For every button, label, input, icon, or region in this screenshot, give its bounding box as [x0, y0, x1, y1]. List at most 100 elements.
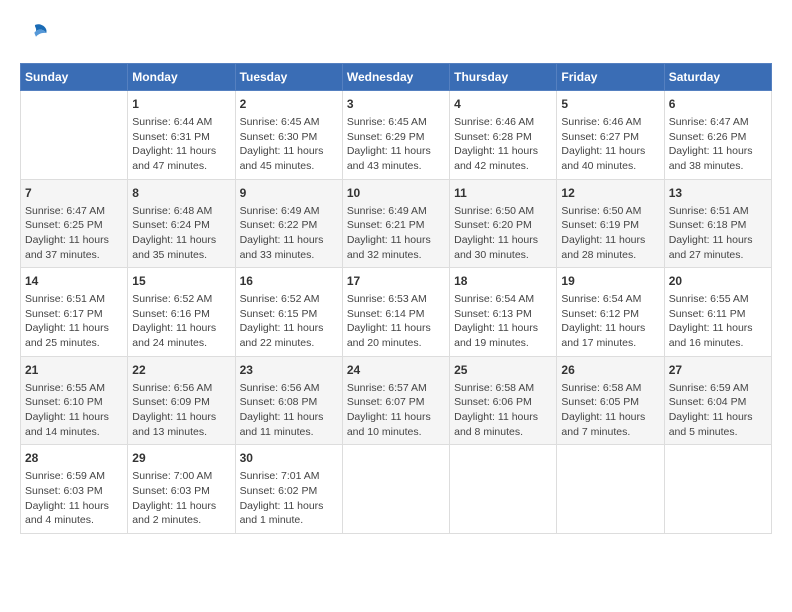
day-number: 12 [561, 185, 659, 202]
calendar-cell: 17Sunrise: 6:53 AMSunset: 6:14 PMDayligh… [342, 268, 449, 357]
day-info-text: and 30 minutes. [454, 248, 552, 263]
day-info-text: Daylight: 11 hours [669, 410, 767, 425]
page-header [20, 20, 772, 53]
day-info-text: Daylight: 11 hours [25, 233, 123, 248]
day-number: 24 [347, 362, 445, 379]
day-info-text: Sunset: 6:13 PM [454, 307, 552, 322]
day-info-text: Daylight: 11 hours [669, 233, 767, 248]
weekday-header-tuesday: Tuesday [235, 64, 342, 91]
day-info-text: Sunrise: 6:47 AM [25, 204, 123, 219]
calendar-cell: 26Sunrise: 6:58 AMSunset: 6:05 PMDayligh… [557, 356, 664, 445]
day-info-text: Sunrise: 6:54 AM [454, 292, 552, 307]
calendar-cell: 8Sunrise: 6:48 AMSunset: 6:24 PMDaylight… [128, 179, 235, 268]
day-info-text: Sunrise: 6:44 AM [132, 115, 230, 130]
day-info-text: Sunset: 6:27 PM [561, 130, 659, 145]
day-info-text: Sunset: 6:30 PM [240, 130, 338, 145]
day-info-text: Sunset: 6:09 PM [132, 395, 230, 410]
weekday-header-sunday: Sunday [21, 64, 128, 91]
day-number: 30 [240, 450, 338, 467]
calendar-cell: 1Sunrise: 6:44 AMSunset: 6:31 PMDaylight… [128, 91, 235, 180]
day-info-text: Sunrise: 6:45 AM [347, 115, 445, 130]
day-info-text: Sunset: 6:28 PM [454, 130, 552, 145]
day-info-text: Sunrise: 6:53 AM [347, 292, 445, 307]
day-info-text: Sunrise: 7:00 AM [132, 469, 230, 484]
day-info-text: Sunrise: 6:58 AM [454, 381, 552, 396]
day-number: 13 [669, 185, 767, 202]
day-number: 2 [240, 96, 338, 113]
day-info-text: Daylight: 11 hours [25, 321, 123, 336]
day-info-text: Sunrise: 6:57 AM [347, 381, 445, 396]
day-info-text: Daylight: 11 hours [347, 321, 445, 336]
day-info-text: Daylight: 11 hours [561, 233, 659, 248]
day-info-text: Sunrise: 6:46 AM [454, 115, 552, 130]
calendar-cell: 4 Sunrise: 6:46 AMSunset: 6:28 PMDaylight… [450, 91, 557, 180]
day-info-text: and 40 minutes. [561, 159, 659, 174]
day-info-text: Sunrise: 6:55 AM [669, 292, 767, 307]
day-info-text: Sunrise: 6:51 AM [25, 292, 123, 307]
calendar-cell: 23Sunrise: 6:56 AMSunset: 6:08 PMDayligh… [235, 356, 342, 445]
day-number: 21 [25, 362, 123, 379]
calendar-cell: 7Sunrise: 6:47 AMSunset: 6:25 PMDaylight… [21, 179, 128, 268]
calendar-body: 1Sunrise: 6:44 AMSunset: 6:31 PMDaylight… [21, 91, 772, 534]
day-info-text: Sunrise: 6:49 AM [240, 204, 338, 219]
day-info-text: Sunrise: 6:59 AM [669, 381, 767, 396]
day-info-text: Daylight: 11 hours [454, 321, 552, 336]
day-info-text: Sunset: 6:16 PM [132, 307, 230, 322]
day-info-text: Daylight: 11 hours [25, 410, 123, 425]
day-info-text: Sunset: 6:20 PM [454, 218, 552, 233]
day-info-text: Sunrise: 6:50 AM [561, 204, 659, 219]
day-info-text: and 19 minutes. [454, 336, 552, 351]
day-info-text: and 38 minutes. [669, 159, 767, 174]
calendar-cell: 25Sunrise: 6:58 AMSunset: 6:06 PMDayligh… [450, 356, 557, 445]
day-info-text: Sunrise: 6:52 AM [132, 292, 230, 307]
day-number: 19 [561, 273, 659, 290]
day-info-text: Sunset: 6:10 PM [25, 395, 123, 410]
day-info-text: and 16 minutes. [669, 336, 767, 351]
day-info-text: Sunset: 6:04 PM [669, 395, 767, 410]
day-info-text: Daylight: 11 hours [454, 233, 552, 248]
calendar-cell: 16Sunrise: 6:52 AMSunset: 6:15 PMDayligh… [235, 268, 342, 357]
day-number: 22 [132, 362, 230, 379]
calendar-cell [450, 445, 557, 534]
day-info-text: Daylight: 11 hours [561, 321, 659, 336]
day-info-text: Sunset: 6:03 PM [132, 484, 230, 499]
calendar-cell [664, 445, 771, 534]
calendar-cell: 27Sunrise: 6:59 AMSunset: 6:04 PMDayligh… [664, 356, 771, 445]
day-info-text: Sunrise: 6:52 AM [240, 292, 338, 307]
day-info-text: and 47 minutes. [132, 159, 230, 174]
day-info-text: and 22 minutes. [240, 336, 338, 351]
day-info-text: Sunrise: 6:56 AM [132, 381, 230, 396]
day-info-text: Sunrise: 6:49 AM [347, 204, 445, 219]
day-number: 20 [669, 273, 767, 290]
calendar-cell: 14Sunrise: 6:51 AMSunset: 6:17 PMDayligh… [21, 268, 128, 357]
calendar-week-row: 28Sunrise: 6:59 AMSunset: 6:03 PMDayligh… [21, 445, 772, 534]
weekday-header-monday: Monday [128, 64, 235, 91]
day-number: 6 [669, 96, 767, 113]
day-info-text: and 8 minutes. [454, 425, 552, 440]
day-info-text: Sunset: 6:22 PM [240, 218, 338, 233]
day-number: 1 [132, 96, 230, 113]
day-info-text: Daylight: 11 hours [454, 144, 552, 159]
day-number: 10 [347, 185, 445, 202]
day-number: 4 [454, 96, 552, 113]
day-info-text: and 17 minutes. [561, 336, 659, 351]
calendar-cell: 20Sunrise: 6:55 AMSunset: 6:11 PMDayligh… [664, 268, 771, 357]
day-info-text: Sunset: 6:03 PM [25, 484, 123, 499]
day-info-text: Daylight: 11 hours [669, 321, 767, 336]
day-number: 23 [240, 362, 338, 379]
day-number: 28 [25, 450, 123, 467]
calendar-cell: 30Sunrise: 7:01 AMSunset: 6:02 PMDayligh… [235, 445, 342, 534]
day-info-text: Sunset: 6:17 PM [25, 307, 123, 322]
day-info-text: Daylight: 11 hours [240, 410, 338, 425]
weekday-header-wednesday: Wednesday [342, 64, 449, 91]
day-info-text: Sunrise: 6:47 AM [669, 115, 767, 130]
day-info-text: Daylight: 11 hours [240, 233, 338, 248]
day-info-text: Daylight: 11 hours [240, 144, 338, 159]
day-info-text: Sunset: 6:08 PM [240, 395, 338, 410]
day-info-text: Sunrise: 7:01 AM [240, 469, 338, 484]
day-info-text: Sunset: 6:19 PM [561, 218, 659, 233]
weekday-header-row: SundayMondayTuesdayWednesdayThursdayFrid… [21, 64, 772, 91]
day-info-text: Daylight: 11 hours [561, 410, 659, 425]
calendar-cell: 3Sunrise: 6:45 AMSunset: 6:29 PMDaylight… [342, 91, 449, 180]
day-info-text: Daylight: 11 hours [347, 144, 445, 159]
